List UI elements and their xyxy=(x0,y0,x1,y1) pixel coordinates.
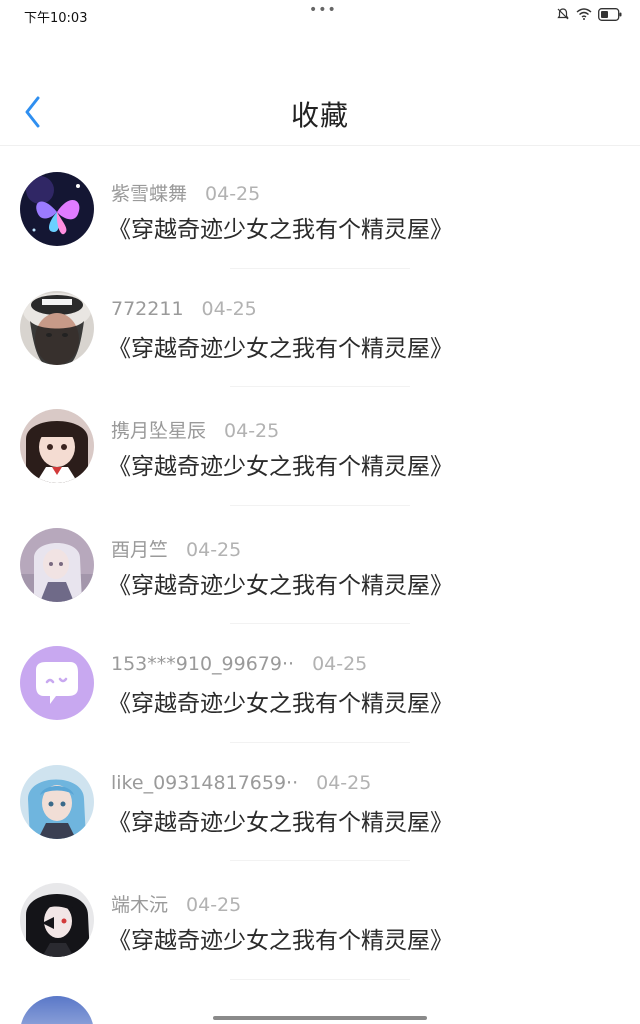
status-bar: 下午10:03 ••• xyxy=(0,0,640,32)
item-meta: like_09314817659·· 04-25 xyxy=(111,772,371,794)
item-meta: 772211 04-25 xyxy=(111,298,257,320)
list-item[interactable]: 端木沅 04-25 《穿越奇迹少女之我有个精灵屋》 xyxy=(0,861,640,980)
user-name: 紫雪蝶舞 xyxy=(111,183,188,205)
multitask-dots[interactable]: ••• xyxy=(309,2,337,18)
avatar[interactable] xyxy=(20,527,94,602)
item-meta: 紫雪蝶舞 04-25 xyxy=(111,179,260,206)
item-meta: 携月坠星辰 04-25 xyxy=(111,416,279,443)
user-name: 酉月竺 xyxy=(111,538,169,561)
avatar[interactable] xyxy=(20,409,94,483)
avatar[interactable] xyxy=(20,883,94,957)
wifi-icon xyxy=(576,8,592,20)
book-title: 《穿越奇迹少女之我有个精灵屋》 xyxy=(108,928,453,954)
status-icons xyxy=(556,7,622,21)
user-name: 端木沅 xyxy=(111,894,169,916)
list-item[interactable]: 紫雪蝶舞 04-25 《穿越奇迹少女之我有个精灵屋》 xyxy=(0,150,640,269)
nav-header: 收藏 xyxy=(0,32,640,146)
user-name: 153***910_99679·· xyxy=(111,653,295,675)
item-date: 04-25 xyxy=(205,183,261,205)
item-date: 04-25 xyxy=(316,771,372,794)
avatar[interactable] xyxy=(20,172,94,246)
item-date: 04-25 xyxy=(186,894,242,916)
avatar[interactable] xyxy=(20,996,94,1024)
page-title: 收藏 xyxy=(290,99,349,132)
avatar[interactable] xyxy=(20,646,94,720)
user-name: 携月坠星辰 xyxy=(111,420,207,442)
avatar[interactable] xyxy=(20,764,94,839)
list-item[interactable]: 酉月竺 04-25 《穿越奇迹少女之我有个精灵屋》 xyxy=(0,506,640,624)
user-name: 772211 xyxy=(111,297,184,320)
mute-icon xyxy=(556,7,570,21)
item-date: 04-25 xyxy=(201,297,257,320)
item-date: 04-25 xyxy=(312,653,368,675)
item-meta: 酉月竺 04-25 xyxy=(111,535,241,562)
item-meta: 端木沅 04-25 xyxy=(111,890,241,917)
item-date: 04-25 xyxy=(186,538,242,561)
book-title: 《穿越奇迹少女之我有个精灵屋》 xyxy=(108,454,453,480)
book-title: 《穿越奇迹少女之我有个精灵屋》 xyxy=(108,809,453,836)
item-date: 04-25 xyxy=(224,420,280,442)
home-indicator[interactable] xyxy=(213,1016,427,1020)
divider xyxy=(230,978,410,980)
book-title: 《穿越奇迹少女之我有个精灵屋》 xyxy=(108,335,453,362)
book-title: 《穿越奇迹少女之我有个精灵屋》 xyxy=(108,572,453,599)
avatar[interactable] xyxy=(20,290,94,365)
list-item[interactable]: 772211 04-25 《穿越奇迹少女之我有个精灵屋》 xyxy=(0,269,640,387)
chat-bubble-icon xyxy=(20,646,94,720)
list-item[interactable]: 携月坠星辰 04-25 《穿越奇迹少女之我有个精灵屋》 xyxy=(0,387,640,506)
favorites-list: 紫雪蝶舞 04-25 《穿越奇迹少女之我有个精灵屋》 772211 04-25 《穿… xyxy=(0,150,640,980)
item-meta: 153***910_99679·· 04-25 xyxy=(111,653,367,675)
book-title: 《穿越奇迹少女之我有个精灵屋》 xyxy=(108,217,453,243)
status-time: 下午10:03 xyxy=(24,11,88,26)
user-name: like_09314817659·· xyxy=(111,771,299,794)
book-title: 《穿越奇迹少女之我有个精灵屋》 xyxy=(108,691,453,717)
list-item[interactable]: 153***910_99679·· 04-25 《穿越奇迹少女之我有个精灵屋》 xyxy=(0,624,640,743)
battery-icon xyxy=(598,7,622,21)
list-item[interactable]: like_09314817659·· 04-25 《穿越奇迹少女之我有个精灵屋》 xyxy=(0,743,640,861)
